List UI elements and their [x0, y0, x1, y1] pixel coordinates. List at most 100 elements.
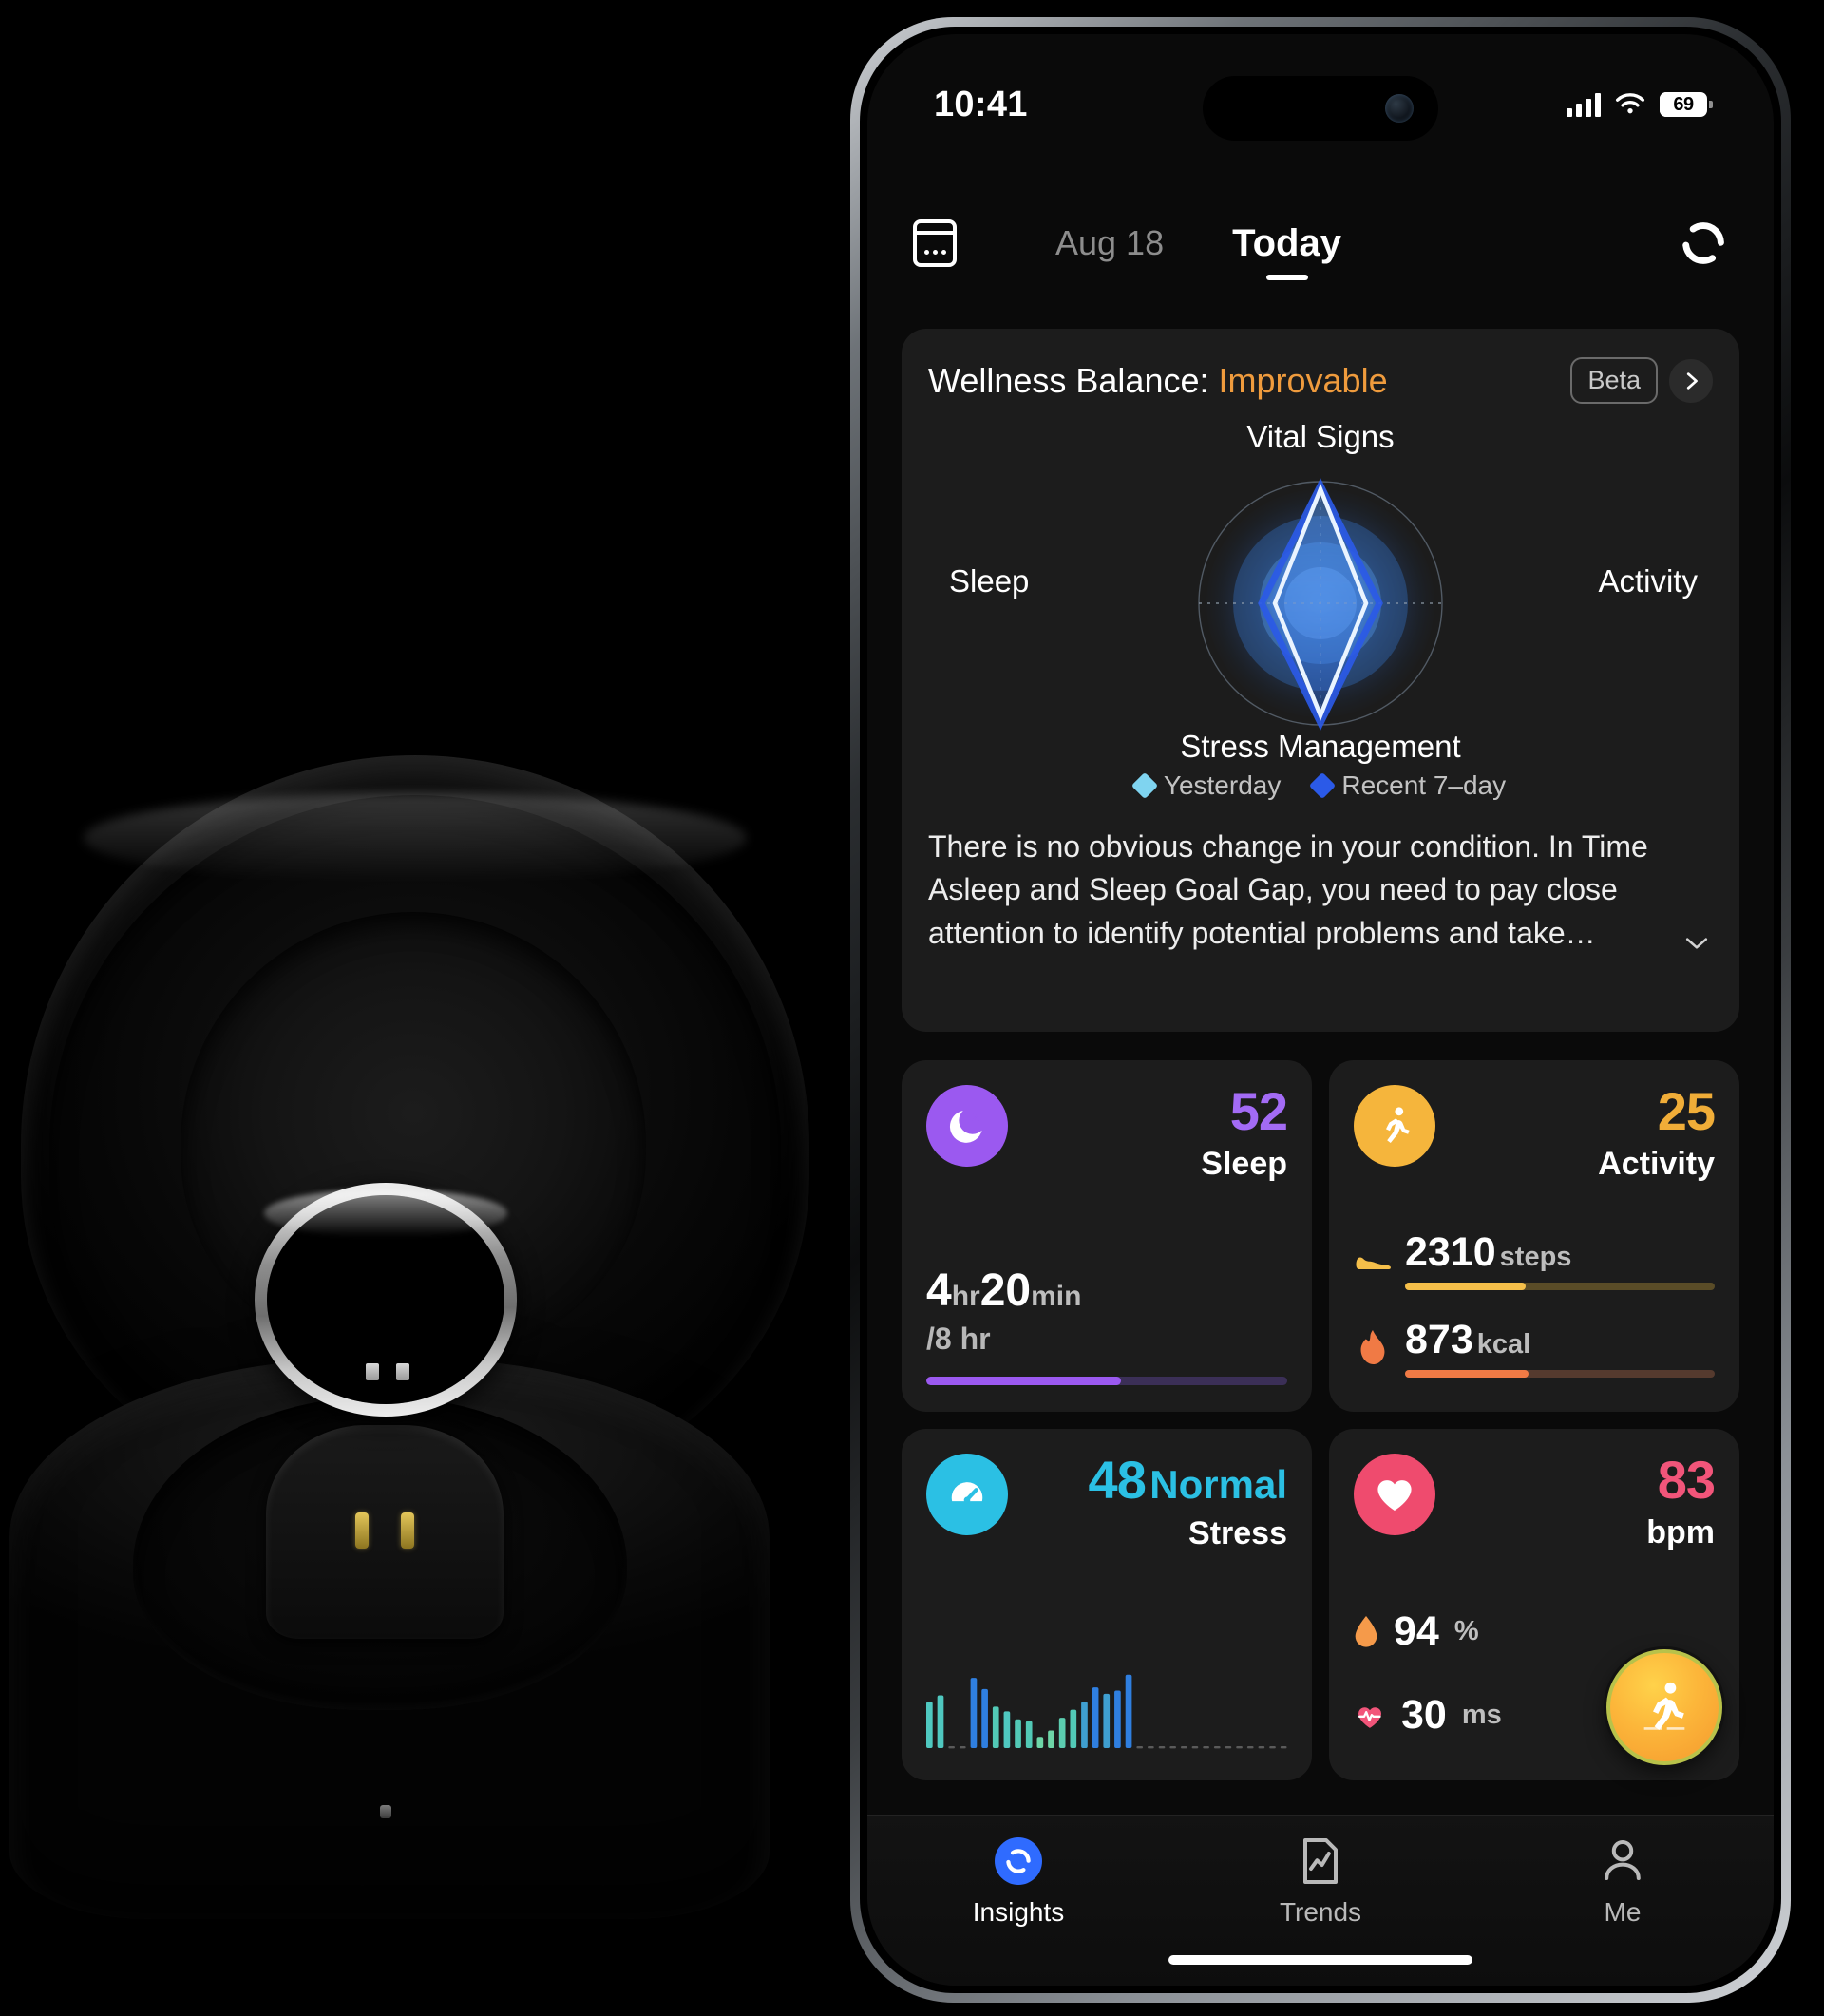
wellness-header: Wellness Balance: Improvable Beta — [928, 357, 1713, 404]
steps-row: 2310 steps — [1354, 1229, 1715, 1290]
stress-status: Normal — [1150, 1462, 1287, 1507]
steps-value: 2310 — [1405, 1229, 1496, 1275]
insights-ring-icon — [995, 1836, 1042, 1886]
dynamic-island — [1203, 76, 1438, 141]
activity-score-block: 25 Activity — [1598, 1081, 1716, 1183]
metric-grid: z 52 Sleep 4hr20min /8 hr 25 Activity 23… — [902, 1060, 1739, 1780]
wellness-balance-card[interactable]: Wellness Balance: Improvable Beta Vital … — [902, 329, 1739, 1032]
calories-row: 873 kcal — [1354, 1317, 1715, 1378]
hrv-value: 30 — [1401, 1692, 1447, 1738]
start-workout-button[interactable] — [1606, 1649, 1722, 1765]
stress-card-header: 48 Normal Stress — [926, 1454, 1287, 1552]
trends-chart-icon — [1299, 1836, 1342, 1886]
tab-me[interactable]: Me — [1472, 1836, 1774, 1928]
tab-trends[interactable]: Trends — [1169, 1836, 1472, 1928]
activity-card-header: 25 Activity — [1354, 1081, 1716, 1183]
battery-icon: 69 — [1660, 92, 1713, 117]
tab-insights[interactable]: Insights — [867, 1836, 1169, 1928]
calendar-icon[interactable] — [913, 219, 957, 267]
wellness-title: Wellness Balance: Improvable — [928, 361, 1388, 401]
heart-score-block: 83 bpm — [1646, 1450, 1716, 1551]
heart-pulse-icon — [1358, 1706, 1381, 1728]
radar-axis-top: Vital Signs — [1246, 419, 1395, 454]
flame-icon — [1354, 1330, 1392, 1364]
moon-sleep-icon: z — [926, 1085, 1008, 1167]
date-previous[interactable]: Aug 18 — [1055, 223, 1164, 263]
stress-label: Stress — [1188, 1515, 1287, 1551]
charging-case-led — [380, 1805, 391, 1818]
phone-device: 10:41 69 Aug 18 Today Wellness Balance: … — [850, 17, 1791, 2003]
legend-label: Recent 7–day — [1341, 770, 1507, 800]
tab-insights-label: Insights — [972, 1897, 1065, 1927]
shoe-icon — [1354, 1247, 1392, 1272]
front-camera-icon — [1385, 94, 1414, 123]
sync-icon[interactable] — [1679, 219, 1728, 268]
spo2-row: 94 % — [1354, 1608, 1479, 1655]
person-icon — [1602, 1836, 1644, 1886]
status-indicators: 69 — [1567, 92, 1713, 117]
wellness-description[interactable]: There is no obvious change in your condi… — [928, 826, 1713, 955]
radar-axis-left: Sleep — [949, 563, 1030, 599]
calories-unit: kcal — [1476, 1329, 1531, 1360]
sleep-hours-unit: hr — [951, 1281, 980, 1312]
heart-rate-unit: bpm — [1646, 1514, 1715, 1550]
sleep-card[interactable]: z 52 Sleep 4hr20min /8 hr — [902, 1060, 1312, 1412]
sleep-score-block: 52 Sleep — [1201, 1081, 1288, 1183]
status-clock: 10:41 — [934, 84, 1028, 124]
smart-ring-highlight — [264, 1189, 507, 1237]
steps-progress-track — [1405, 1283, 1715, 1290]
tab-today-label: Today — [1232, 221, 1341, 264]
smart-ring-charging-case-photo — [0, 0, 855, 2016]
tab-today-underline — [1265, 274, 1308, 280]
hrv-unit: ms — [1461, 1700, 1502, 1730]
charging-pins — [323, 1512, 446, 1550]
legend-swatch-yesterday — [1130, 771, 1158, 800]
calories-value: 873 — [1405, 1317, 1473, 1362]
spo2-unit: % — [1454, 1616, 1479, 1646]
tab-today[interactable]: Today — [1232, 221, 1341, 280]
wellness-description-text: There is no obvious change in your condi… — [928, 829, 1648, 950]
sleep-duration: 4hr20min — [926, 1265, 1081, 1317]
smart-ring-contacts — [331, 1360, 445, 1383]
battery-level: 69 — [1673, 93, 1694, 115]
running-person-icon — [1644, 1682, 1685, 1730]
stress-bar-chart — [926, 1664, 1442, 1756]
sleep-score: 52 — [1229, 1081, 1288, 1141]
sleep-minutes: 20 — [979, 1265, 1032, 1316]
app-header: Aug 18 Today — [867, 200, 1774, 286]
sleep-label: Sleep — [1201, 1146, 1287, 1182]
heart-rate-value: 83 — [1657, 1450, 1716, 1510]
heart-card-header: 83 bpm — [1354, 1450, 1716, 1551]
home-indicator — [1168, 1955, 1472, 1965]
activity-card[interactable]: 25 Activity 2310 steps 873 kcal — [1329, 1060, 1739, 1412]
wellness-radar-chart: Vital Signs Sleep Activity Stress Manage… — [928, 419, 1713, 764]
blood-drop-icon — [1355, 1615, 1378, 1647]
radar-axis-right: Activity — [1598, 563, 1698, 599]
chevron-right-icon[interactable] — [1669, 358, 1713, 403]
legend-label: Yesterday — [1163, 770, 1282, 800]
sleep-progress-track — [926, 1377, 1287, 1385]
sleep-card-header: z 52 Sleep — [926, 1081, 1288, 1183]
sleep-goal: /8 hr — [926, 1322, 991, 1356]
steps-unit: steps — [1499, 1242, 1572, 1272]
stress-score: 48 — [1088, 1450, 1147, 1510]
calories-progress-fill — [1405, 1370, 1530, 1378]
heart-rate-card[interactable]: 83 bpm 94 % 30 ms — [1329, 1429, 1739, 1780]
running-person-icon — [1354, 1085, 1435, 1167]
beta-badge: Beta — [1570, 357, 1658, 404]
tab-me-label: Me — [1604, 1897, 1642, 1927]
calories-progress-track — [1405, 1370, 1715, 1378]
spo2-value: 94 — [1394, 1608, 1439, 1654]
legend-item: Yesterday — [1130, 770, 1282, 801]
wellness-title-prefix: Wellness Balance: — [928, 360, 1219, 400]
activity-label: Activity — [1598, 1146, 1715, 1182]
hrv-row: 30 ms — [1354, 1692, 1502, 1739]
heart-icon — [1354, 1454, 1435, 1535]
sleep-minutes-unit: min — [1031, 1281, 1082, 1312]
stress-card[interactable]: 48 Normal Stress — [902, 1429, 1442, 1780]
chevron-down-icon[interactable] — [1684, 936, 1709, 951]
screenshot-root: 10:41 69 Aug 18 Today Wellness Balance: … — [0, 0, 1824, 2016]
activity-score: 25 — [1657, 1081, 1716, 1141]
steps-progress-fill — [1405, 1283, 1527, 1290]
svg-text:z: z — [972, 1110, 978, 1125]
